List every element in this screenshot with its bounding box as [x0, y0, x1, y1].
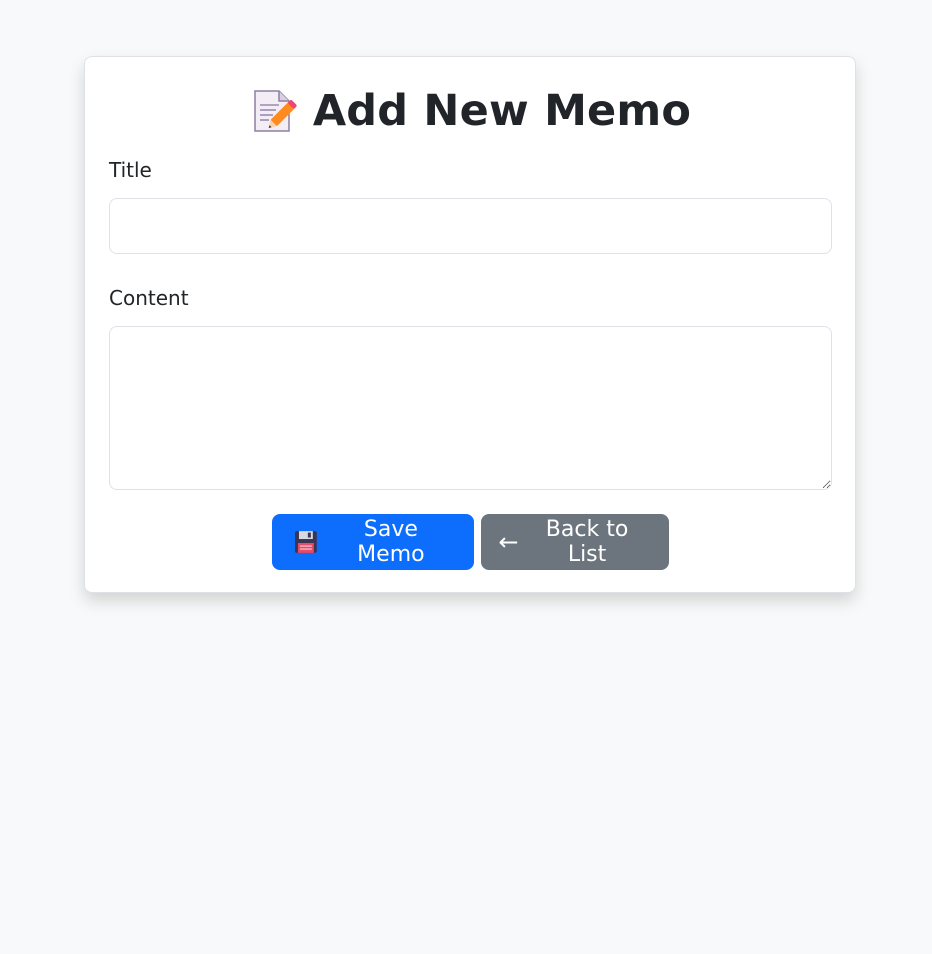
form-actions: Save Memo ← Back to List: [85, 514, 855, 570]
title-input[interactable]: [109, 198, 832, 254]
back-to-list-button[interactable]: ← Back to List: [480, 514, 669, 570]
arrow-left-icon: ←: [498, 528, 519, 556]
memo-pencil-icon: [254, 90, 297, 132]
memo-form-card: Add New Memo Title Content Save Memo ← B…: [84, 56, 856, 593]
page-header: Add New Memo: [85, 85, 855, 137]
floppy-disk-icon: [294, 531, 317, 553]
content-label: Content: [109, 286, 189, 310]
title-label: Title: [109, 158, 152, 182]
content-textarea[interactable]: [109, 326, 832, 490]
page-title: Add New Memo: [312, 86, 692, 136]
back-button-label: Back to List: [545, 517, 629, 567]
save-button-label: Save Memo: [357, 517, 425, 567]
save-memo-button[interactable]: Save Memo: [271, 514, 474, 570]
